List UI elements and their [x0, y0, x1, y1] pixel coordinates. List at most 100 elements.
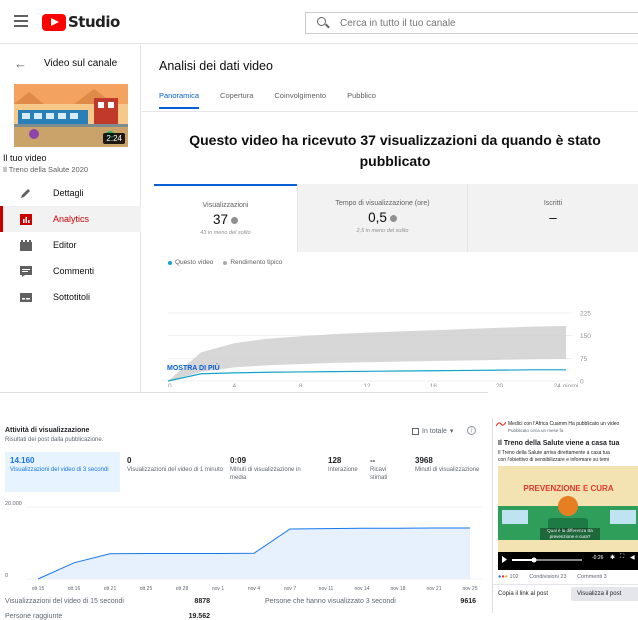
- comments-count[interactable]: Commenti 3: [577, 574, 607, 580]
- metric-label: Minuti di visualizzazione in media: [230, 467, 301, 481]
- x-tick-label: nov 11: [319, 586, 334, 592]
- chart-legend: Questo video Rendimento tipico: [168, 259, 282, 266]
- row-value: 19.562: [188, 613, 210, 620]
- this-video-line: [167, 369, 566, 382]
- info-icon[interactable]: [231, 216, 239, 224]
- search-bar[interactable]: [305, 12, 638, 34]
- x-tick-label: nov 14: [354, 586, 369, 592]
- x-tick-label: ott 16: [68, 586, 81, 592]
- studio-logo[interactable]: Studio: [42, 12, 120, 32]
- y-tick-label: 225: [580, 311, 591, 318]
- back-label: Video sul canale: [44, 58, 118, 69]
- metric-card-watch-time[interactable]: Tempo di visualizzazione (ore) 0,5 2,5 i…: [297, 184, 467, 252]
- nav-analytics-label: Analytics: [53, 214, 90, 224]
- chevron-down-icon: ▾: [449, 428, 454, 435]
- metric-sub: 2,5 in meno del solito: [356, 228, 409, 234]
- search-icon[interactable]: [316, 16, 330, 30]
- analytics-icon: [20, 213, 32, 225]
- total-dropdown-label: In totale: [422, 427, 447, 435]
- metric-label: Visualizzazioni: [202, 202, 249, 209]
- youtube-play-icon: [42, 13, 66, 31]
- y-tick-label: 20.000: [5, 501, 22, 507]
- x-tick-label: 0: [168, 383, 172, 387]
- activity-metrics: 14.160 Visualizzazioni del video di 3 se…: [5, 452, 484, 492]
- metric-value: 0: [127, 456, 132, 465]
- post-reactions: ●●● 102 Condivisioni 23 Commenti 3: [498, 574, 607, 580]
- row-label: Persone che hanno visualizzato 3 secondi: [265, 598, 396, 605]
- calendar-icon: [412, 427, 419, 435]
- tab-copertura[interactable]: Copertura: [220, 91, 253, 109]
- x-tick-label: ott 15: [32, 586, 45, 592]
- back-to-channel-videos[interactable]: ← Video sul canale: [14, 56, 117, 71]
- fullscreen-icon[interactable]: ⛶: [620, 554, 624, 561]
- reactions-icon-wow: ●: [504, 574, 508, 580]
- subtitles-icon: [20, 292, 32, 302]
- x-tick-label: ott 28: [176, 586, 189, 592]
- metric-label: Visualizzazioni del video di 3 secondi: [10, 467, 109, 473]
- settings-icon[interactable]: ✱: [610, 554, 615, 561]
- y-tick-label: 75: [580, 356, 588, 363]
- activity-subtitle: Risultati dei post dalla pubblicazione.: [5, 437, 104, 443]
- y-tick-label: 0: [580, 379, 584, 386]
- x-tick-label: 8: [299, 383, 303, 387]
- pencil-icon: [21, 188, 30, 198]
- metric-card-views[interactable]: Visualizzazioni 37 43 in meno del solito: [154, 184, 297, 252]
- nav-dettagli-label: Dettagli: [53, 188, 84, 198]
- hamburger-menu-icon[interactable]: [14, 15, 28, 27]
- activity-chart: 0 20.000 ott 15 ott 16 ott 21 ott 25 ott 28 nov…: [5, 501, 482, 592]
- post-page-name[interactable]: Medici con l'Africa Cuamm Ha pubblicato …: [508, 421, 619, 427]
- info-icon[interactable]: [389, 214, 397, 222]
- metric-value: 14.160: [10, 456, 35, 465]
- x-tick-label: 16: [430, 383, 438, 387]
- x-tick-label: 4: [233, 383, 237, 387]
- metric-revenue[interactable]: -- Ricavi stimati: [365, 452, 399, 492]
- row-label: Persone raggiunte: [5, 613, 63, 620]
- x-tick-label: 12: [363, 383, 371, 387]
- info-icon[interactable]: i: [467, 426, 476, 435]
- row-value: 9616: [460, 598, 476, 605]
- metric-value: 0:09: [230, 456, 247, 465]
- nav-analytics[interactable]: Analytics: [0, 206, 141, 232]
- show-more-link[interactable]: MOSTRA DI PIÙ: [167, 365, 220, 372]
- studio-brand: Studio: [68, 13, 120, 31]
- metric-3s-views[interactable]: 14.160 Visualizzazioni del video di 3 se…: [5, 452, 120, 492]
- metric-avg-minutes[interactable]: 0:09 Minuti di visualizzazione in media: [225, 452, 310, 492]
- metric-value: 3968: [415, 456, 433, 465]
- video-caption: Qual è la differenza tra prevenzione e c…: [540, 528, 600, 540]
- search-input[interactable]: [338, 16, 618, 30]
- metric-minutes-watched[interactable]: 3968 Minuti di visualizzazione: [410, 452, 482, 492]
- reactions-count[interactable]: 102: [510, 574, 519, 580]
- legend-typical: Rendimento tipico: [230, 259, 283, 266]
- tab-coinvolgimento[interactable]: Coinvolgimento: [274, 91, 326, 109]
- analytics-tabs: Panoramica Copertura Coinvolgimento Pubb…: [159, 91, 397, 109]
- nav-dettagli[interactable]: Dettagli: [0, 180, 141, 206]
- shares-count[interactable]: Condivisioni 23: [529, 574, 566, 580]
- metric-1m-views[interactable]: 0 Visualizzazioni del video di 1 minuto: [122, 452, 223, 492]
- legend-this-video: Questo video: [175, 259, 214, 266]
- row-label: Visualizzazioni del video di 15 secondi: [5, 598, 124, 605]
- view-post-button[interactable]: Visualizza il post: [571, 587, 638, 601]
- post-title: Il Treno della Salute viene a casa tua: [498, 440, 620, 447]
- volume-icon[interactable]: ◀: [630, 554, 635, 561]
- nav-editor[interactable]: Editor: [0, 232, 141, 258]
- tab-panoramica[interactable]: Panoramica: [159, 91, 200, 109]
- total-dropdown[interactable]: In totale ▾: [412, 427, 453, 435]
- page-title: Analisi dei dati video: [159, 59, 273, 73]
- post-video-player[interactable]: PREVENZIONE E CURA Qual è la differenza …: [498, 466, 638, 570]
- video-thumbnail[interactable]: 2:24: [14, 84, 128, 147]
- metric-sub: 43 in meno del solito: [200, 230, 251, 236]
- back-arrow-icon[interactable]: ←: [14, 56, 28, 71]
- legend-dot-typical: [223, 260, 228, 265]
- top-bar: Studio: [0, 0, 638, 44]
- comments-icon: [20, 265, 32, 277]
- tab-pubblico[interactable]: Pubblico: [347, 91, 376, 109]
- metric-value: –: [549, 210, 557, 225]
- youtube-studio-window: Studio ← Video sul canale: [0, 0, 638, 392]
- x-tick-label: ott 25: [140, 586, 153, 592]
- metric-card-subscribers[interactable]: Iscritti –: [467, 184, 638, 252]
- video-title: PREVENZIONE E CURA: [523, 484, 614, 493]
- copy-link-button[interactable]: Copia il link al post: [498, 591, 548, 597]
- metric-interaction[interactable]: 128 Interazione: [323, 452, 371, 492]
- nav-sottotitoli[interactable]: Sottotitoli: [0, 284, 141, 310]
- nav-commenti[interactable]: Commenti: [0, 258, 141, 284]
